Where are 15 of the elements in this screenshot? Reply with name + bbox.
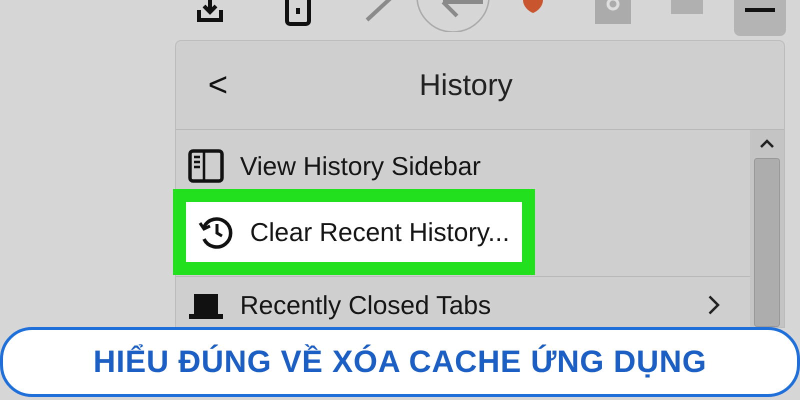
back-arrow-icon[interactable]	[415, 0, 491, 32]
scroll-up-icon[interactable]	[759, 138, 775, 148]
sidebar-icon	[188, 149, 224, 183]
download-icon[interactable]	[195, 0, 225, 24]
scrollbar[interactable]	[750, 130, 784, 327]
back-button[interactable]: <	[198, 68, 238, 102]
menu-item[interactable]: Recently Closed Tabs	[176, 283, 750, 327]
shield-icon[interactable]	[521, 0, 545, 14]
menu-item[interactable]: View History Sidebar	[176, 144, 750, 188]
menu-button[interactable]	[734, 0, 786, 36]
title-banner: HIỂU ĐÚNG VỀ XÓA CACHE ỨNG DỤNG	[0, 327, 800, 397]
clipboard-icon[interactable]	[285, 0, 311, 26]
menu-item[interactable]: Clear Recent History...	[186, 202, 522, 262]
history-clock-icon	[198, 215, 234, 249]
menu-title: History	[419, 68, 513, 102]
